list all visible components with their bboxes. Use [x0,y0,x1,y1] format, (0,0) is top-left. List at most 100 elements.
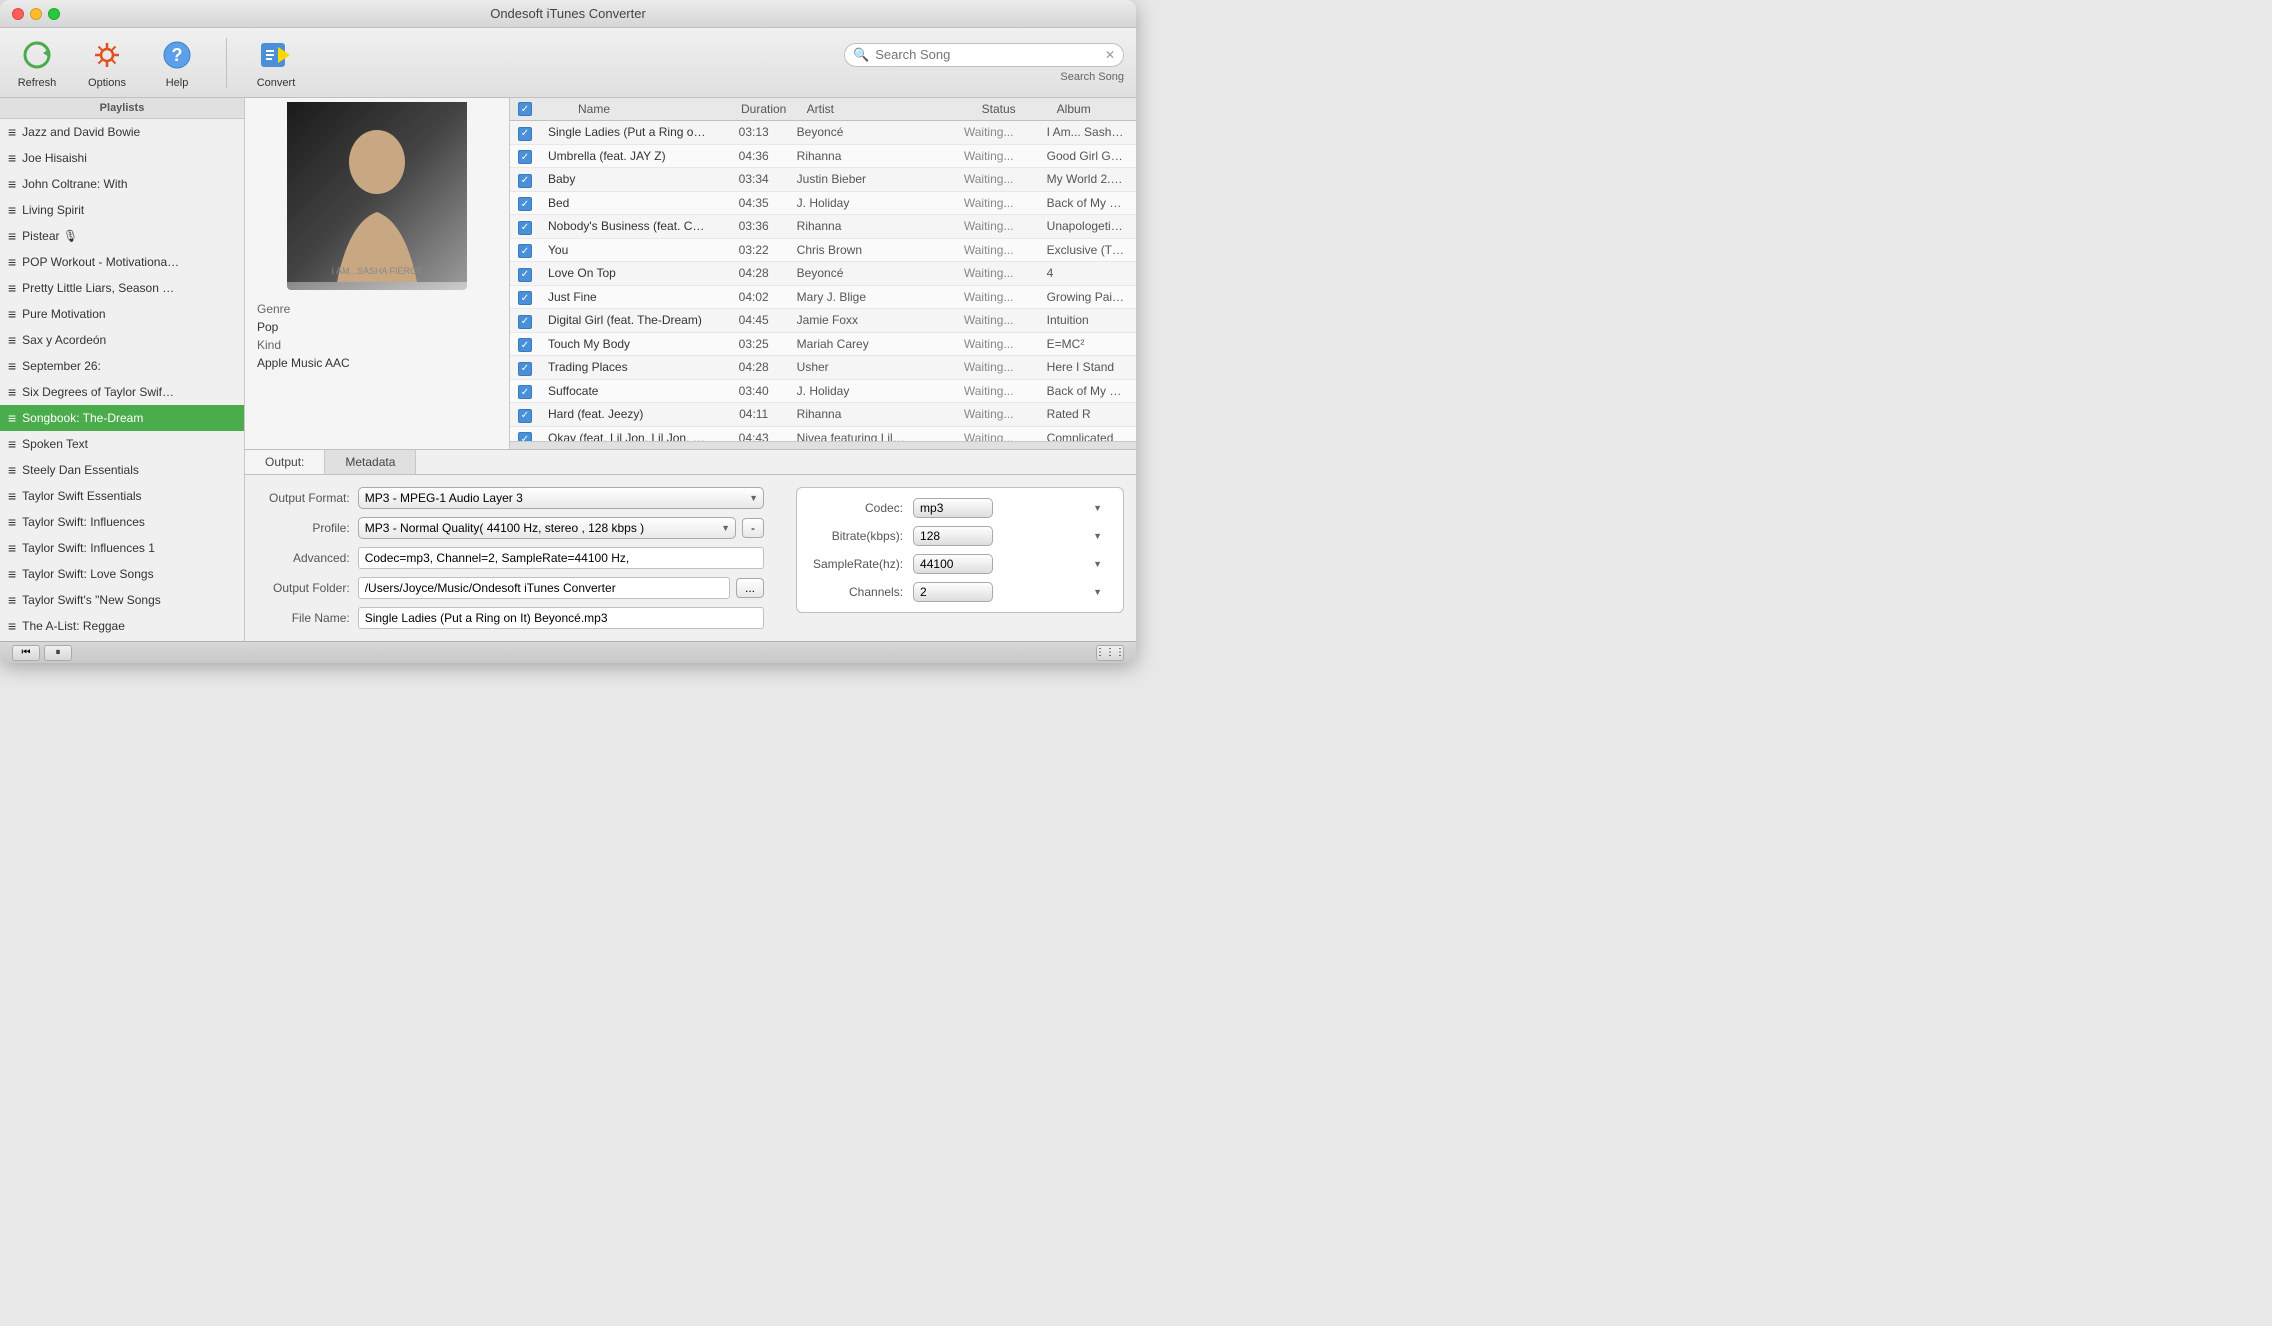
close-button[interactable] [12,8,24,20]
track-checkbox-12[interactable]: ✓ [518,409,532,423]
table-row[interactable]: ✓ Nobody's Business (feat. Chris Brown) … [510,215,1136,239]
horizontal-scrollbar[interactable] [510,441,1136,449]
table-row[interactable]: ✓ Digital Girl (feat. The-Dream) 04:45 J… [510,309,1136,333]
table-row[interactable]: ✓ You 03:22 Chris Brown Waiting... Exclu… [510,239,1136,263]
track-checkbox-0[interactable]: ✓ [518,127,532,141]
table-row[interactable]: ✓ Okay (feat. Lil Jon, Lil Jon, Lil Jon,… [510,427,1136,442]
sidebar-item-9[interactable]: ≡September 26: [0,353,244,379]
table-row[interactable]: ✓ Suffocate 03:40 J. Holiday Waiting... … [510,380,1136,404]
track-checkbox-9[interactable]: ✓ [518,338,532,352]
search-input[interactable] [875,47,1099,62]
help-label: Help [166,77,189,89]
more-btn[interactable]: ⋮⋮⋮ [1096,645,1124,661]
table-row[interactable]: ✓ Hard (feat. Jeezy) 04:11 Rihanna Waiti… [510,403,1136,427]
maximize-button[interactable] [48,8,60,20]
track-check-9[interactable]: ✓ [510,336,540,353]
output-format-select[interactable]: MP3 - MPEG-1 Audio Layer 3 [358,487,764,509]
sidebar-item-6[interactable]: ≡Pretty Little Liars, Season … [0,275,244,301]
codec-select[interactable]: mp3 [913,498,993,518]
track-check-3[interactable]: ✓ [510,195,540,212]
sidebar-item-16[interactable]: ≡Taylor Swift: Influences 1 [0,535,244,561]
convert-button[interactable]: Convert [251,37,301,89]
tab-metadata[interactable]: Metadata [325,450,416,474]
sidebar-item-19[interactable]: ≡The A-List: Reggae [0,613,244,639]
search-bar[interactable]: 🔍 ✕ [844,43,1124,67]
profile-extra-btn[interactable]: - [742,518,764,538]
sidebar-item-7[interactable]: ≡Pure Motivation [0,301,244,327]
channels-select[interactable]: 2 [913,582,993,602]
search-clear-icon[interactable]: ✕ [1105,48,1115,62]
track-checkbox-7[interactable]: ✓ [518,291,532,305]
track-check-5[interactable]: ✓ [510,242,540,259]
track-check-10[interactable]: ✓ [510,359,540,376]
track-checkbox-13[interactable]: ✓ [518,432,532,441]
output-format-select-wrapper[interactable]: MP3 - MPEG-1 Audio Layer 3 [358,487,764,509]
sidebar-item-1[interactable]: ≡Joe Hisaishi [0,145,244,171]
bitrate-select-wrapper[interactable]: 128 [913,526,1107,546]
sidebar-item-0[interactable]: ≡Jazz and David Bowie [0,119,244,145]
sidebar-item-8[interactable]: ≡Sax y Acordeón [0,327,244,353]
tab-output[interactable]: Output: [245,450,325,474]
track-check-7[interactable]: ✓ [510,289,540,306]
track-check-12[interactable]: ✓ [510,406,540,423]
track-check-8[interactable]: ✓ [510,312,540,329]
track-checkbox-6[interactable]: ✓ [518,268,532,282]
channels-select-wrapper[interactable]: 2 [913,582,1107,602]
sidebar-item-3[interactable]: ≡Living Spirit [0,197,244,223]
track-checkbox-2[interactable]: ✓ [518,174,532,188]
track-checkbox-4[interactable]: ✓ [518,221,532,235]
profile-select[interactable]: MP3 - Normal Quality( 44100 Hz, stereo ,… [358,517,736,539]
samplerate-select-wrapper[interactable]: 44100 [913,554,1107,574]
track-checkbox-3[interactable]: ✓ [518,197,532,211]
table-row[interactable]: ✓ Just Fine 04:02 Mary J. Blige Waiting.… [510,286,1136,310]
track-check-11[interactable]: ✓ [510,383,540,400]
sidebar-item-12[interactable]: ≡Spoken Text [0,431,244,457]
track-status-10: Waiting... [939,360,1039,374]
help-button[interactable]: ? Help [152,37,202,89]
check-all-checkbox[interactable]: ✓ [518,102,532,116]
refresh-button[interactable]: Refresh [12,37,62,89]
track-check-1[interactable]: ✓ [510,148,540,165]
table-row[interactable]: ✓ Love On Top 04:28 Beyoncé Waiting... 4 [510,262,1136,286]
sidebar-item-13[interactable]: ≡Steely Dan Essentials [0,457,244,483]
minimize-button[interactable] [30,8,42,20]
track-check-2[interactable]: ✓ [510,171,540,188]
samplerate-select[interactable]: 44100 [913,554,993,574]
table-row[interactable]: ✓ Touch My Body 03:25 Mariah Carey Waiti… [510,333,1136,357]
track-check-13[interactable]: ✓ [510,430,540,442]
sidebar-item-18[interactable]: ≡Taylor Swift's "New Songs [0,587,244,613]
sidebar-item-15[interactable]: ≡Taylor Swift: Influences [0,509,244,535]
sidebar-item-10[interactable]: ≡Six Degrees of Taylor Swif… [0,379,244,405]
file-name-input[interactable] [358,607,764,629]
table-row[interactable]: ✓ Bed 04:35 J. Holiday Waiting... Back o… [510,192,1136,216]
track-check-4[interactable]: ✓ [510,218,540,235]
profile-select-wrapper[interactable]: MP3 - Normal Quality( 44100 Hz, stereo ,… [358,517,736,539]
table-row[interactable]: ✓ Single Ladies (Put a Ring on It) 03:13… [510,121,1136,145]
sidebar-item-2[interactable]: ≡John Coltrane: With [0,171,244,197]
sidebar-item-4[interactable]: ≡Pistear 🎙 [0,223,244,249]
advanced-input[interactable] [358,547,764,569]
table-row[interactable]: ✓ Trading Places 04:28 Usher Waiting... … [510,356,1136,380]
table-row[interactable]: ✓ Umbrella (feat. JAY Z) 04:36 Rihanna W… [510,145,1136,169]
track-check-6[interactable]: ✓ [510,265,540,282]
sidebar-item-14[interactable]: ≡Taylor Swift Essentials [0,483,244,509]
header-check-all[interactable]: ✓ [510,102,540,116]
track-check-0[interactable]: ✓ [510,124,540,141]
track-checkbox-8[interactable]: ✓ [518,315,532,329]
track-checkbox-5[interactable]: ✓ [518,244,532,258]
pause-btn[interactable]: ⏸ [44,645,72,661]
options-button[interactable]: Options [82,37,132,89]
table-row[interactable]: ✓ Baby 03:34 Justin Bieber Waiting... My… [510,168,1136,192]
track-checkbox-1[interactable]: ✓ [518,150,532,164]
sidebar-item-5[interactable]: ≡POP Workout - Motivationa… [0,249,244,275]
rewind-btn[interactable]: ⏮ [12,645,40,661]
track-checkbox-11[interactable]: ✓ [518,385,532,399]
output-folder-input[interactable] [358,577,730,599]
bitrate-select[interactable]: 128 [913,526,993,546]
track-checkbox-10[interactable]: ✓ [518,362,532,376]
browse-button[interactable]: ... [736,578,764,598]
sidebar-item-11[interactable]: ≡Songbook: The-Dream [0,405,244,431]
codec-select-wrapper[interactable]: mp3 [913,498,1107,518]
sidebar-item-17[interactable]: ≡Taylor Swift: Love Songs [0,561,244,587]
sidebar-item-label: September 26: [22,359,101,373]
